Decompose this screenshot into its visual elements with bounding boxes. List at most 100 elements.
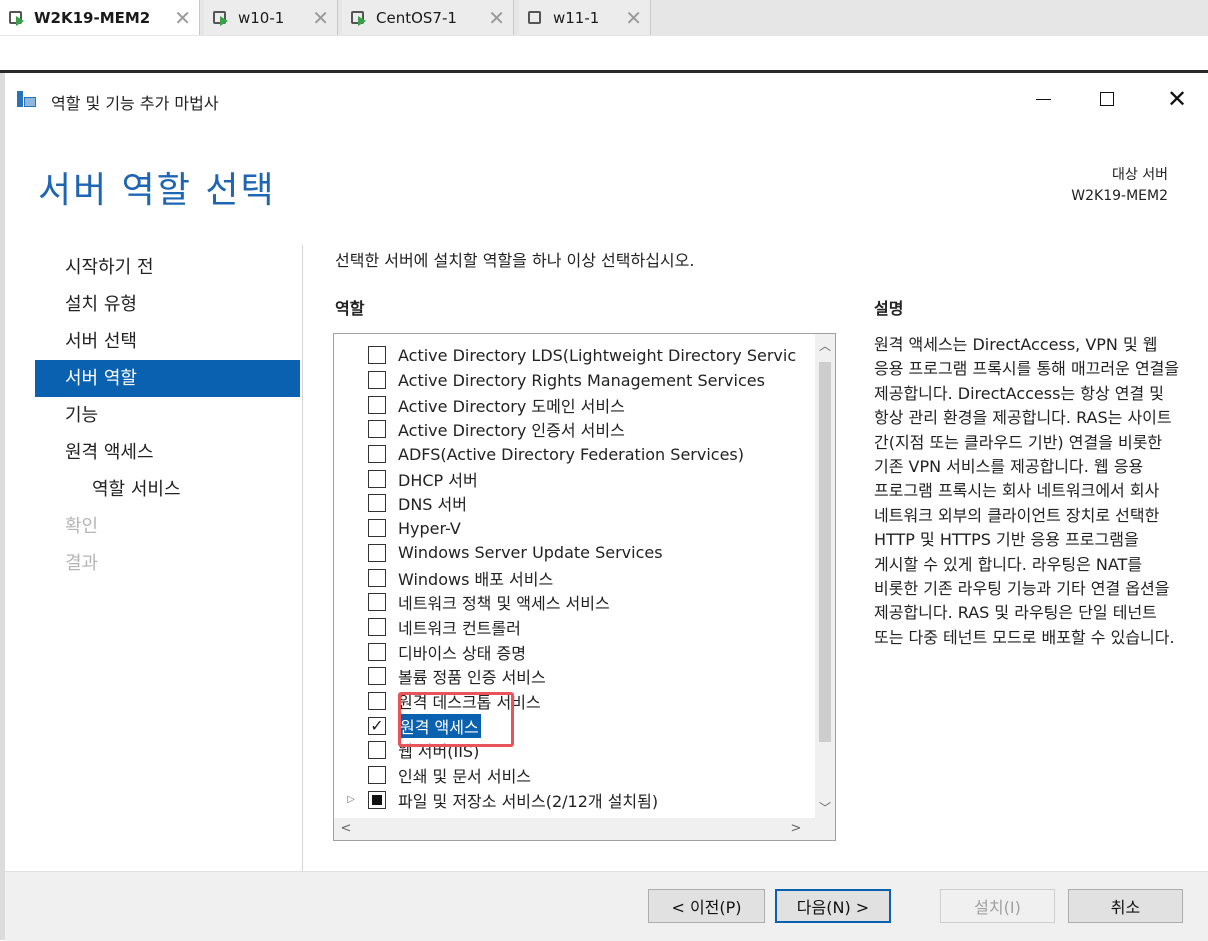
- role-checkbox[interactable]: [368, 519, 386, 538]
- close-icon[interactable]: ✕: [174, 6, 191, 30]
- vm-running-icon: [350, 9, 368, 27]
- target-server-name: W2K19-MEM2: [1071, 188, 1168, 204]
- nav-divider: [302, 245, 303, 915]
- nav-item-before-you-begin[interactable]: 시작하기 전: [35, 249, 300, 286]
- role-label: Windows 배포 서비스: [398, 569, 554, 589]
- maximize-button[interactable]: [1087, 83, 1127, 115]
- wizard-window: 역할 및 기능 추가 마법사 ✕ 서버 역할 선택 대상 서버 W2K19-ME…: [5, 73, 1208, 941]
- horizontal-scrollbar[interactable]: < >: [334, 818, 835, 840]
- role-checkbox[interactable]: [368, 371, 386, 390]
- vm-console-background: [0, 36, 1208, 72]
- vm-tab-centos7-1[interactable]: CentOS7-1 ✕: [342, 0, 514, 35]
- role-checkbox[interactable]: [368, 617, 386, 636]
- vm-tab-w11-1[interactable]: w11-1 ✕: [519, 0, 651, 35]
- role-row[interactable]: 인쇄 및 문서 서비스: [334, 763, 814, 788]
- role-checkbox[interactable]: [368, 346, 386, 365]
- role-checkbox[interactable]: [368, 667, 386, 686]
- role-checkbox[interactable]: [368, 691, 386, 710]
- close-icon[interactable]: ✕: [312, 6, 329, 30]
- role-row[interactable]: 볼륨 정품 인증 서비스: [334, 664, 814, 689]
- vm-tab-w10-1[interactable]: w10-1 ✕: [204, 0, 338, 35]
- vm-tab-label: w10-1: [238, 8, 285, 27]
- nav-item-installation-type[interactable]: 설치 유형: [35, 286, 300, 323]
- role-row[interactable]: Windows 배포 서비스: [334, 565, 814, 590]
- minimize-icon: [1035, 98, 1051, 100]
- nav-item-server-selection[interactable]: 서버 선택: [35, 323, 300, 360]
- role-checkbox[interactable]: [368, 593, 386, 612]
- vm-tab-w2k19-mem2[interactable]: W2K19-MEM2 ✕: [0, 0, 200, 35]
- cancel-button[interactable]: 취소: [1068, 889, 1183, 923]
- vm-tab-label: CentOS7-1: [376, 8, 457, 27]
- highlight-annotation: [398, 692, 514, 747]
- role-label: 인쇄 및 문서 서비스: [398, 767, 532, 787]
- target-server-label: 대상 서버: [1112, 167, 1168, 183]
- role-row[interactable]: 네트워크 정책 및 액세스 서비스: [334, 590, 814, 615]
- previous-button[interactable]: < 이전(P): [648, 889, 765, 923]
- role-row[interactable]: Hyper-V: [334, 516, 814, 541]
- role-checkbox[interactable]: [368, 543, 386, 562]
- nav-item-confirmation: 확인: [65, 516, 99, 537]
- nav-item-server-roles[interactable]: 서버 역할: [35, 360, 300, 397]
- role-row[interactable]: 디바이스 상태 증명: [334, 639, 814, 664]
- role-row[interactable]: Active Directory 도메인 서비스: [334, 392, 814, 417]
- nav-item-role-services[interactable]: 역할 서비스: [35, 471, 300, 508]
- role-row[interactable]: 네트워크 컨트롤러: [334, 615, 814, 640]
- role-row[interactable]: DNS 서버: [334, 491, 814, 516]
- role-row[interactable]: DHCP 서버: [334, 466, 814, 491]
- description-header: 설명: [874, 299, 904, 318]
- close-icon[interactable]: ✕: [488, 6, 505, 30]
- nav-item-results: 결과: [65, 553, 99, 574]
- scroll-up-icon[interactable]: ︿: [815, 336, 835, 356]
- scroll-down-icon[interactable]: ﹀: [815, 798, 835, 818]
- wizard-footer: < 이전(P) 다음(N) > 설치(I) 취소: [5, 871, 1208, 941]
- role-label: 네트워크 컨트롤러: [398, 618, 521, 638]
- page-heading: 서버 역할 선택: [38, 170, 276, 211]
- scroll-left-icon[interactable]: <: [336, 818, 356, 840]
- role-row[interactable]: ADFS(Active Directory Federation Service…: [334, 442, 814, 467]
- expand-arrow-icon[interactable]: ▷: [344, 794, 358, 805]
- role-checkbox[interactable]: [368, 790, 386, 809]
- role-label: 볼륨 정품 인증 서비스: [398, 668, 546, 688]
- minimize-button[interactable]: [1023, 83, 1063, 115]
- role-label: ADFS(Active Directory Federation Service…: [398, 444, 744, 464]
- nav-item-remote-access[interactable]: 원격 액세스: [35, 434, 300, 471]
- close-window-button[interactable]: ✕: [1157, 83, 1197, 115]
- role-checkbox[interactable]: [368, 642, 386, 661]
- roles-list[interactable]: Active Directory LDS(Lightweight Directo…: [333, 333, 836, 841]
- scroll-thumb[interactable]: [819, 362, 831, 742]
- vertical-scrollbar[interactable]: ︿ ﹀: [815, 334, 835, 818]
- role-label: Active Directory 도메인 서비스: [398, 396, 625, 416]
- role-label: DNS 서버: [398, 495, 467, 515]
- role-checkbox[interactable]: [368, 445, 386, 464]
- vm-running-icon: [212, 9, 230, 27]
- role-row[interactable]: Active Directory LDS(Lightweight Directo…: [334, 343, 814, 368]
- window-title: 역할 및 기능 추가 마법사: [51, 94, 219, 113]
- role-label: DHCP 서버: [398, 470, 478, 490]
- role-checkbox[interactable]: [368, 494, 386, 513]
- role-checkbox[interactable]: [368, 741, 386, 760]
- role-checkbox[interactable]: [368, 395, 386, 414]
- role-label: Windows Server Update Services: [398, 543, 663, 563]
- role-row[interactable]: Active Directory Rights Management Servi…: [334, 368, 814, 393]
- close-icon[interactable]: ✕: [625, 6, 642, 30]
- role-checkbox[interactable]: [368, 766, 386, 785]
- role-checkbox[interactable]: [368, 469, 386, 488]
- maximize-icon: [1100, 92, 1114, 106]
- role-description: 원격 액세스는 DirectAccess, VPN 및 웹 응용 프로그램 프록…: [874, 335, 1180, 647]
- role-row[interactable]: Active Directory 인증서 서비스: [334, 417, 814, 442]
- next-button[interactable]: 다음(N) >: [775, 889, 891, 923]
- vm-tab-bar: W2K19-MEM2 ✕ w10-1 ✕ CentOS7-1 ✕ w11-1 ✕: [0, 0, 1208, 37]
- role-row[interactable]: Windows Server Update Services: [334, 541, 814, 566]
- role-label: Active Directory LDS(Lightweight Directo…: [398, 345, 797, 365]
- server-manager-icon: [17, 89, 37, 109]
- install-button: 설치(I): [940, 889, 1055, 923]
- scroll-right-icon[interactable]: >: [786, 818, 806, 840]
- vm-tab-label: W2K19-MEM2: [34, 8, 151, 27]
- role-checkbox[interactable]: ✓: [368, 716, 386, 735]
- roles-header: 역할: [335, 299, 365, 318]
- role-row[interactable]: ▷ 파일 및 저장소 서비스(2/12개 설치됨): [334, 787, 814, 812]
- nav-item-features[interactable]: 기능: [35, 397, 300, 434]
- role-checkbox[interactable]: [368, 420, 386, 439]
- target-server-info: 대상 서버 W2K19-MEM2: [1071, 165, 1168, 207]
- role-checkbox[interactable]: [368, 568, 386, 587]
